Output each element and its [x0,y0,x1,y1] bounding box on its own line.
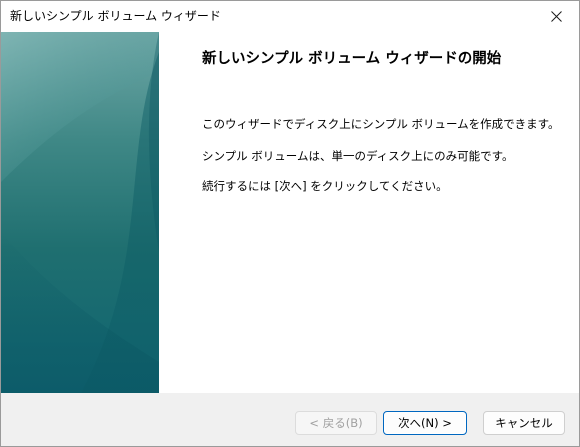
window-title: 新しいシンプル ボリューム ウィザード [10,9,221,23]
title-bar[interactable]: 新しいシンプル ボリューム ウィザード [1,1,579,31]
next-button[interactable]: 次へ(N) > [383,411,467,435]
banner-wave-graphic [1,32,159,393]
close-button[interactable] [533,1,579,31]
description-text-2: シンプル ボリュームは、単一のディスク上にのみ可能です。 [202,149,514,163]
description-text-1: このウィザードでディスク上にシンプル ボリュームを作成できます。 [202,117,560,131]
close-icon [550,10,562,22]
back-button[interactable]: < 戻る(B) [295,411,377,435]
wizard-content: 新しいシンプル ボリューム ウィザードの開始 このウィザードでディスク上にシンプ… [159,32,579,393]
description-text-3: 続行するには [次へ] をクリックしてください。 [202,179,448,193]
page-heading: 新しいシンプル ボリューム ウィザードの開始 [202,51,502,67]
cancel-button[interactable]: キャンセル [483,411,565,435]
wizard-side-banner [1,32,159,393]
wizard-window: 新しいシンプル ボリューム ウィザード 新しいシンプル ボリューム ウィザードの… [0,0,580,447]
button-bar: < 戻る(B) 次へ(N) > キャンセル [1,393,579,446]
